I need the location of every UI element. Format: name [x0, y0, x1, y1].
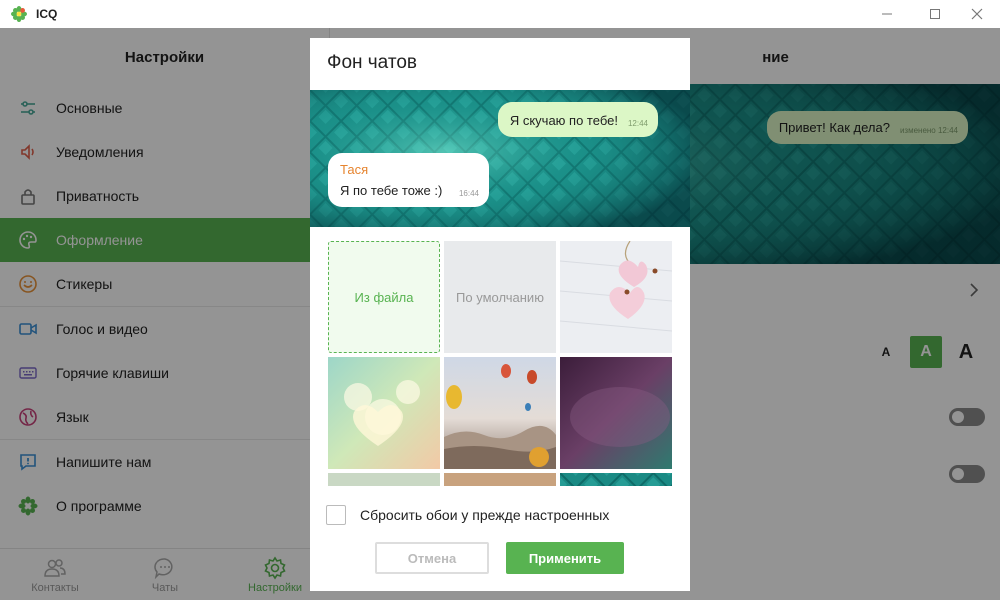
wallpaper-balloons[interactable]	[444, 357, 556, 469]
reset-checkbox[interactable]	[326, 505, 346, 525]
incoming-message-text: Я по тебе тоже :)	[340, 183, 443, 198]
incoming-message-bubble: Тася Я по тебе тоже :) 16:44	[328, 153, 489, 207]
close-button[interactable]	[954, 0, 1000, 28]
dialog-title: Фон чатов	[327, 52, 417, 73]
outgoing-message-bubble: Я скучаю по тебе! 12:44	[497, 102, 658, 137]
maximize-button[interactable]	[912, 0, 958, 28]
wallpaper-row3-2[interactable]	[444, 473, 556, 486]
wallpaper-default[interactable]: По умолчанию	[444, 241, 556, 353]
minimize-icon	[882, 13, 892, 15]
wallpaper-row3-1[interactable]	[328, 473, 440, 486]
wallpaper-preview: Я скучаю по тебе! 12:44 Тася Я по тебе т…	[310, 90, 690, 227]
title-bar: ICQ	[0, 0, 1000, 28]
incoming-sender-name: Тася	[340, 162, 369, 177]
wallpaper-bokeh-hearts[interactable]	[328, 357, 440, 469]
reset-wallpaper-option[interactable]: Сбросить обои у прежде настроенных	[326, 505, 609, 525]
maximize-icon	[930, 9, 940, 19]
outgoing-message-time: 12:44	[627, 119, 648, 128]
cancel-button[interactable]: Отмена	[375, 542, 489, 574]
wallpaper-grid: Из файла По умолчанию	[328, 241, 672, 486]
chat-background-dialog: Фон чатов Я скучаю по тебе! 12:44 Тася Я…	[310, 38, 690, 591]
incoming-message-time: 16:44	[458, 189, 479, 198]
wallpaper-from-file[interactable]: Из файла	[328, 241, 440, 353]
wallpaper-row3-3[interactable]	[560, 473, 672, 486]
outgoing-message-text: Я скучаю по тебе!	[509, 113, 618, 128]
icq-logo-icon	[11, 6, 27, 22]
reset-label: Сбросить обои у прежде настроенных	[360, 507, 610, 523]
apply-button[interactable]: Применить	[506, 542, 624, 574]
app-title: ICQ	[36, 7, 58, 21]
close-icon	[971, 8, 983, 20]
wallpaper-purple-gradient[interactable]	[560, 357, 672, 469]
minimize-button[interactable]	[864, 0, 910, 28]
wallpaper-hearts-wood[interactable]	[560, 241, 672, 353]
